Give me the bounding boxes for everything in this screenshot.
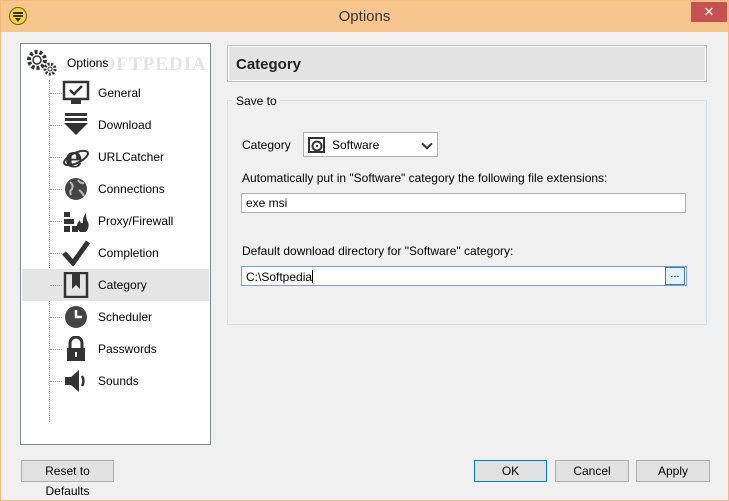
directory-input-value: C:\Softpedia xyxy=(246,270,313,284)
tree-root-options[interactable]: SOFTPEDIA Options xyxy=(25,48,206,76)
options-window: Options ✕ SOFTPEDIA Options General Down… xyxy=(0,0,729,501)
tree-item-label: Passwords xyxy=(98,342,157,356)
category-select-value: Software xyxy=(332,138,380,152)
tree-item-urlcatcher[interactable]: e URLCatcher xyxy=(22,141,209,173)
tree-item-category[interactable]: Category xyxy=(22,269,209,301)
tree-item-label: URLCatcher xyxy=(98,150,165,164)
software-disc-icon xyxy=(308,137,325,153)
tree-item-sounds[interactable]: Sounds xyxy=(22,365,209,397)
extensions-input[interactable]: exe msi xyxy=(241,193,686,213)
tree-root-label: Options xyxy=(67,56,109,70)
category-label: Category xyxy=(242,138,291,152)
ok-button[interactable]: OK xyxy=(474,460,547,482)
title-bar[interactable]: Options ✕ xyxy=(1,1,728,32)
tree-item-proxy-firewall[interactable]: Proxy/Firewall xyxy=(22,205,209,237)
tree-item-label: Scheduler xyxy=(98,310,153,324)
clock-icon xyxy=(65,306,87,328)
apply-button[interactable]: Apply xyxy=(636,460,710,482)
tree-item-general[interactable]: General xyxy=(22,77,209,109)
tree-item-connections[interactable]: Connections xyxy=(22,173,209,205)
tree-item-label: Sounds xyxy=(98,374,139,388)
group-title: Save to xyxy=(233,94,280,108)
close-button[interactable]: ✕ xyxy=(691,2,727,22)
tree-item-scheduler[interactable]: Scheduler xyxy=(22,301,209,333)
bookmark-icon xyxy=(63,272,89,298)
directory-input[interactable]: C:\Softpedia xyxy=(241,266,687,286)
extensions-label: Automatically put in "Software" category… xyxy=(242,171,608,185)
download-arrow-icon xyxy=(64,113,88,135)
firewall-icon xyxy=(64,212,89,232)
tree-item-label: Download xyxy=(98,118,152,132)
reset-to-defaults-button[interactable]: Reset to Defaults xyxy=(21,460,114,498)
directory-label: Default download directory for "Software… xyxy=(242,244,514,258)
tree-item-label: General xyxy=(98,86,141,100)
browse-button[interactable]: ... xyxy=(665,267,685,285)
padlock-icon xyxy=(67,336,85,361)
page-header: Category xyxy=(227,45,707,82)
chevron-down-icon[interactable] xyxy=(421,138,433,150)
page-title: Category xyxy=(236,56,302,73)
text-caret xyxy=(312,270,314,283)
tree-item-passwords[interactable]: Passwords xyxy=(22,333,209,365)
tree-item-completion[interactable]: Completion xyxy=(22,237,209,269)
extensions-input-value: exe msi xyxy=(246,196,288,210)
tree-item-download[interactable]: Download xyxy=(22,109,209,141)
tree-item-label: Completion xyxy=(98,246,159,260)
tree-item-label: Connections xyxy=(98,182,165,196)
speaker-icon xyxy=(65,370,85,392)
window-title: Options xyxy=(338,8,391,25)
category-select[interactable]: Software xyxy=(303,132,438,157)
tree-item-label: Category xyxy=(98,278,147,292)
tree-item-label: Proxy/Firewall xyxy=(98,214,174,228)
monitor-check-icon xyxy=(62,80,90,104)
gears-icon xyxy=(27,50,57,76)
cancel-button[interactable]: Cancel xyxy=(555,460,629,482)
checkmark-icon xyxy=(62,240,90,266)
options-tree[interactable]: SOFTPEDIA Options General Download e URL… xyxy=(20,43,211,445)
ie-logo-icon: e xyxy=(63,144,89,170)
globe-icon xyxy=(65,178,87,200)
